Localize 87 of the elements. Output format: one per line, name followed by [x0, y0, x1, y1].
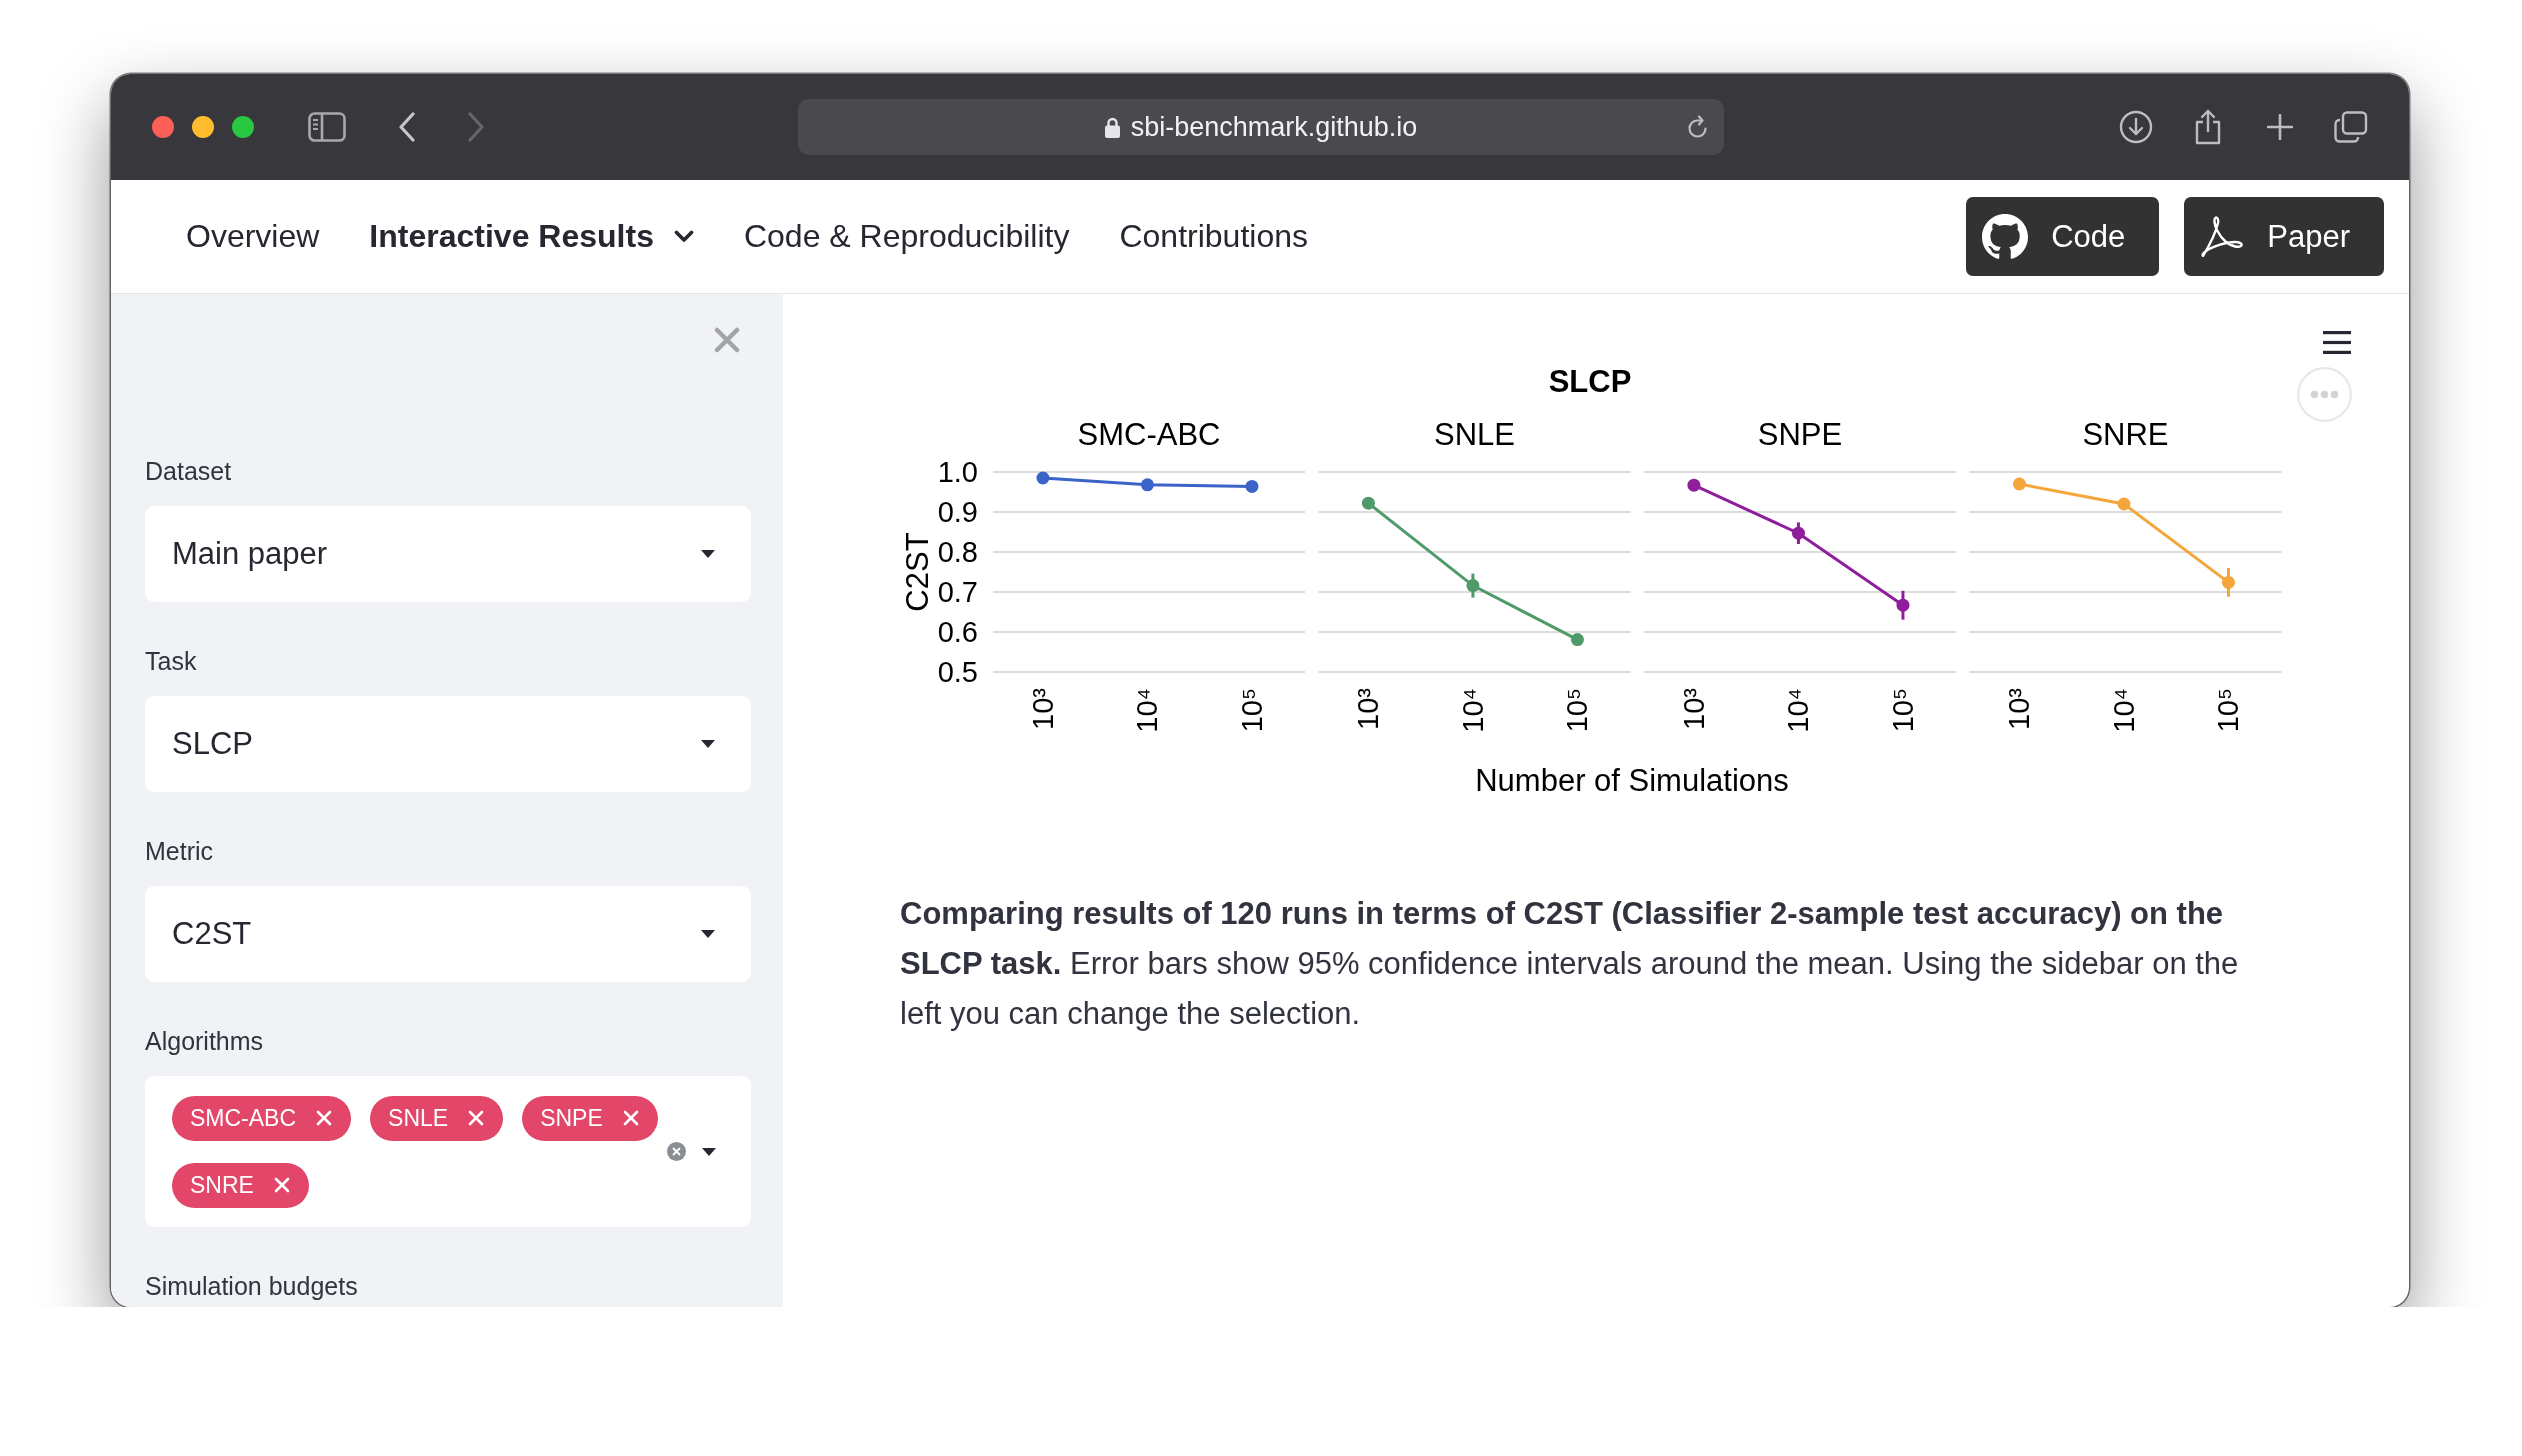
- remove-icon[interactable]: [316, 1110, 333, 1126]
- pdf-icon: [2200, 214, 2245, 259]
- data-point: [1245, 479, 1259, 493]
- chart-caption: Comparing results of 120 runs in terms of C2ST (Classifier 2-sample test accuracy) on the SLCP task. Error bars show 95% confidence intervals around the mean. Using the sidebar on the left you can change the selection.: [900, 895, 2240, 1033]
- back-icon[interactable]: [398, 112, 416, 142]
- error-bar: [2226, 568, 2230, 597]
- error-bar: [1901, 590, 1905, 620]
- nav-link[interactable]: Interactive Results: [344, 218, 719, 255]
- data-point: [2221, 575, 2235, 589]
- multiselect-field[interactable]: SMC-ABC SNLE SNPE SNRE: [145, 1076, 751, 1227]
- sidebar-icon[interactable]: [308, 112, 346, 142]
- github-icon: [1982, 213, 2029, 260]
- close-window-icon[interactable]: [152, 116, 174, 138]
- data-point: [1570, 633, 1584, 647]
- chart-title: SLCP: [1548, 363, 1632, 399]
- download-icon[interactable]: [2119, 110, 2153, 144]
- axis-tick-label: 0.8: [937, 536, 978, 568]
- chevron-down-icon: [673, 230, 694, 243]
- facet-title: SNPE: [1757, 416, 1843, 452]
- url-text: sbi-benchmark.github.io: [1130, 111, 1418, 143]
- clear-icon[interactable]: [667, 1142, 686, 1161]
- data-point: [1791, 526, 1805, 540]
- header-button[interactable]: Paper: [2184, 197, 2384, 276]
- select-field[interactable]: C2ST: [145, 886, 751, 982]
- axis-tick-label: 10³: [2003, 688, 2036, 730]
- menu-icon[interactable]: [2323, 331, 2351, 354]
- caret-down-icon: [701, 740, 715, 748]
- algorithm-tag: SNLE: [370, 1095, 504, 1141]
- header-button[interactable]: Code: [1966, 197, 2160, 276]
- algorithm-tag: SNPE: [522, 1095, 658, 1141]
- nav-link[interactable]: Contributions: [1094, 218, 1333, 255]
- select-field[interactable]: SLCP: [145, 696, 751, 792]
- axis-tick-label: 10⁵: [1561, 688, 1594, 733]
- axis-tick-label: 10⁵: [1886, 688, 1919, 733]
- axis-tick-label: 0.6: [937, 616, 978, 648]
- data-point: [1036, 471, 1050, 485]
- share-icon[interactable]: [2194, 109, 2222, 145]
- minimize-window-icon[interactable]: [192, 116, 214, 138]
- axis-tick-label: 10⁴: [1131, 688, 1164, 733]
- facet-title: SNLE: [1434, 416, 1515, 452]
- field-label: Algorithms: [145, 1026, 265, 1057]
- reload-icon[interactable]: [1687, 115, 1709, 139]
- field-label: Dataset: [145, 456, 233, 487]
- remove-icon[interactable]: [622, 1110, 639, 1126]
- data-point: [1687, 478, 1701, 492]
- data-point: [1361, 496, 1375, 510]
- caret-down-icon: [702, 1147, 716, 1156]
- axis-tick-label: 10⁴: [2107, 688, 2140, 733]
- axis-tick-label: 10⁵: [1235, 688, 1268, 733]
- field-label: Task: [145, 646, 198, 677]
- data-point: [1140, 478, 1154, 492]
- axis-title: Number of Simulations: [1475, 762, 1789, 798]
- axis-tick-label: 10⁴: [1782, 688, 1815, 733]
- data-point: [1466, 579, 1480, 593]
- address-bar[interactable]: sbi-benchmark.github.io: [798, 99, 1724, 155]
- field-label: Simulation budgets: [145, 1271, 359, 1302]
- plus-icon[interactable]: [2267, 114, 2293, 140]
- field-label: Metric: [145, 836, 215, 867]
- caret-down-icon: [701, 550, 715, 558]
- algorithm-tag: SNRE: [172, 1162, 309, 1208]
- data-point: [2012, 477, 2026, 491]
- zoom-window-icon[interactable]: [232, 116, 254, 138]
- axis-tick-label: 1.0: [937, 456, 978, 488]
- axis-tick-label: 10⁴: [1456, 688, 1489, 733]
- axis-tick-label: 0.5: [937, 656, 978, 688]
- select-field[interactable]: Main paper: [145, 506, 751, 602]
- data-point: [2117, 497, 2131, 511]
- lock-icon: [1104, 116, 1120, 138]
- data-point: [1896, 598, 1910, 612]
- caret-down-icon: [701, 930, 715, 938]
- axis-tick-label: 10⁵: [2212, 688, 2245, 733]
- axis-title: C2ST: [900, 532, 935, 612]
- nav-link[interactable]: Overview: [161, 218, 345, 255]
- error-bar: [1471, 573, 1475, 598]
- axis-tick-label: 10³: [1677, 688, 1710, 730]
- tabs-icon[interactable]: [2334, 111, 2368, 143]
- error-bar: [1796, 522, 1800, 544]
- algorithm-tag: SMC-ABC: [172, 1095, 352, 1141]
- axis-tick-label: 0.9: [937, 496, 978, 528]
- axis-tick-label: 10³: [1026, 688, 1059, 730]
- remove-icon[interactable]: [273, 1177, 290, 1193]
- remove-icon[interactable]: [468, 1110, 485, 1126]
- nav-link[interactable]: Code & Reproducibility: [718, 218, 1095, 255]
- facet-title: SMC-ABC: [1077, 416, 1221, 452]
- axis-tick-label: 0.7: [937, 576, 978, 608]
- facet-title: SNRE: [2082, 416, 2169, 452]
- axis-tick-label: 10³: [1352, 688, 1385, 730]
